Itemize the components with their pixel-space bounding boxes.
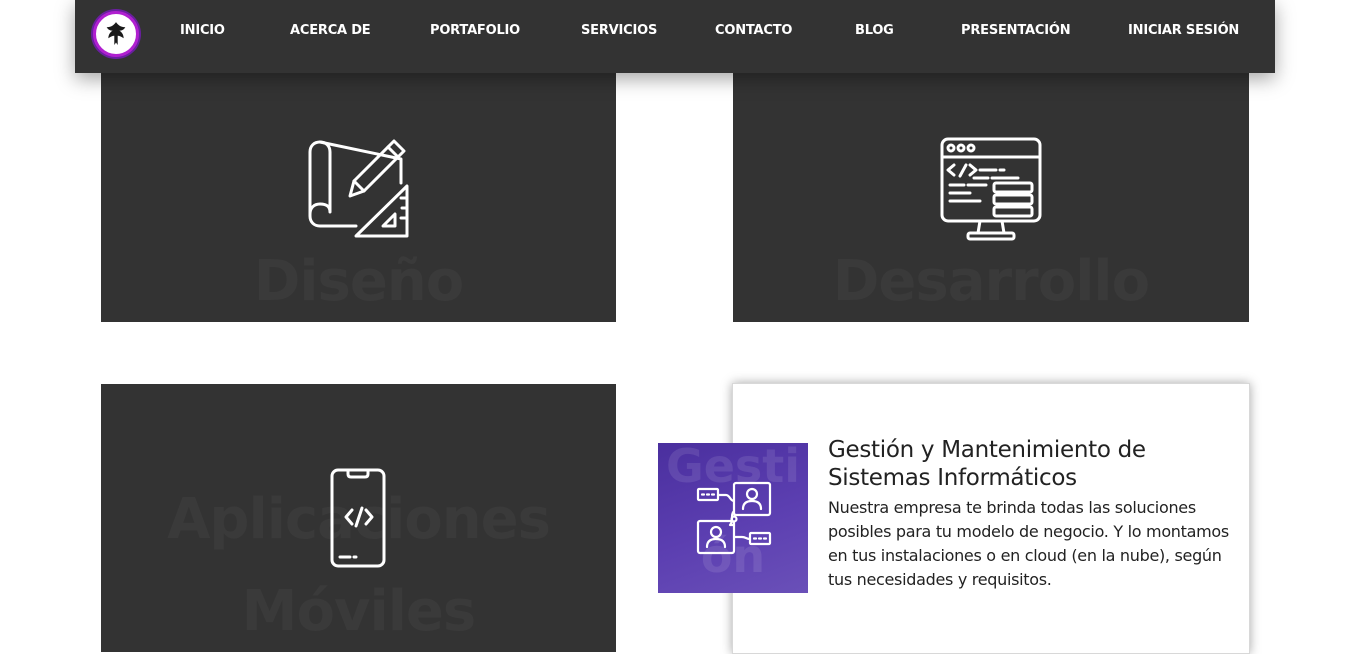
top-navbar: INICIO ACERCA DE PORTAFOLIO SERVICIOS CO… [75, 0, 1275, 73]
nav-iniciar-sesion[interactable]: INICIAR SESIÓN [1128, 23, 1239, 38]
nav-blog[interactable]: BLOG [855, 23, 894, 38]
smartphone-code-icon [330, 468, 386, 568]
nav-acerca-de[interactable]: ACERCA DE [290, 23, 371, 38]
nav-contacto[interactable]: CONTACTO [715, 23, 792, 38]
service-card-desarrollo[interactable]: Desarrollo [733, 54, 1249, 322]
network-users-icon [696, 481, 772, 555]
service-card-aplicaciones-moviles[interactable]: Aplicaciones Móviles [101, 384, 616, 652]
nav-inicio[interactable]: INICIO [180, 23, 225, 38]
nav-portafolio[interactable]: PORTAFOLIO [430, 23, 520, 38]
card-watermark: Diseño [253, 249, 464, 314]
card-watermark-line2: Móviles [241, 579, 476, 644]
blueprint-pencil-ruler-icon [308, 139, 409, 238]
nav-presentacion[interactable]: PRESENTACIÓN [961, 23, 1071, 38]
nav-servicios[interactable]: SERVICIOS [581, 23, 657, 38]
service-card-diseno[interactable]: Diseño [101, 54, 616, 322]
card-watermark: Desarrollo [832, 249, 1150, 314]
phoenix-logo[interactable] [93, 11, 139, 57]
gestion-title: Gestión y Mantenimiento de Sistemas Info… [828, 437, 1146, 491]
gestion-description: Nuestra empresa te brinda todas las solu… [828, 498, 1229, 589]
code-monitor-icon [940, 137, 1042, 241]
phoenix-icon [106, 22, 126, 46]
gestion-icon-box: Gesti ón [658, 443, 808, 593]
